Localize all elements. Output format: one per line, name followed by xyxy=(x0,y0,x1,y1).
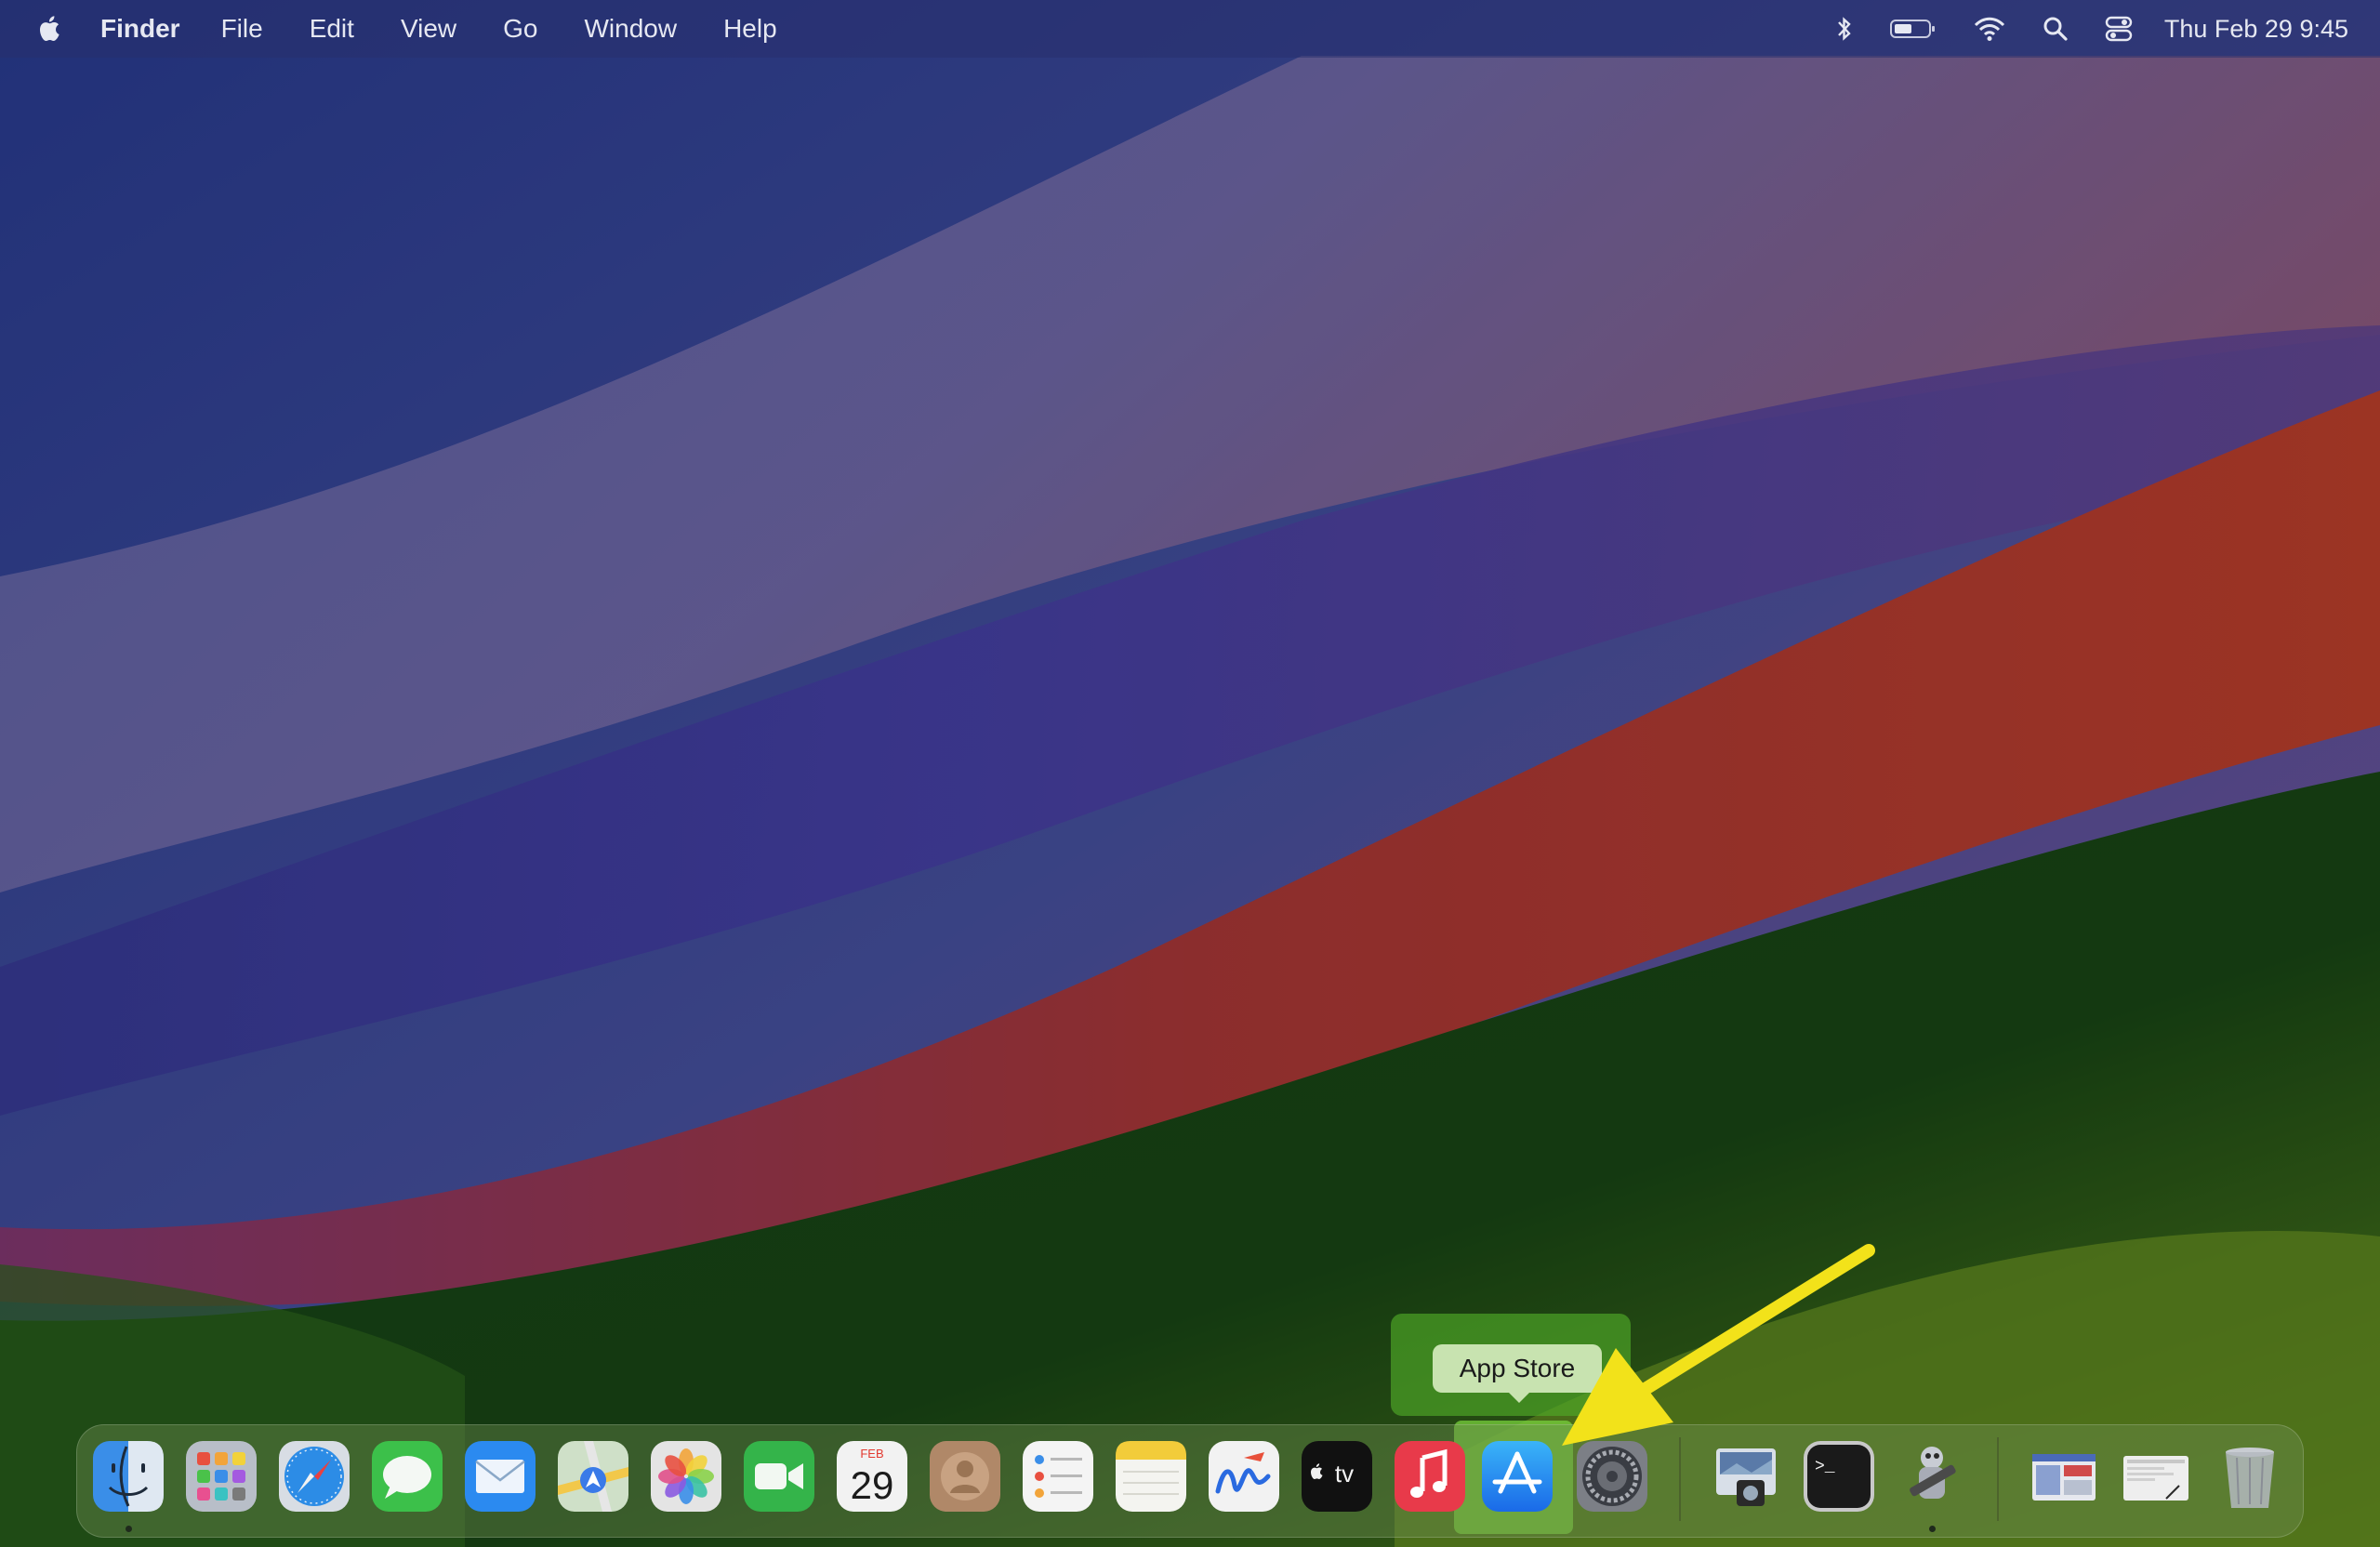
menu-help[interactable]: Help xyxy=(723,14,777,44)
dock-automator[interactable] xyxy=(1895,1439,1969,1514)
automator-icon xyxy=(1910,1447,1956,1499)
control-center-icon[interactable] xyxy=(2105,15,2133,43)
dock-notes[interactable] xyxy=(1114,1439,1188,1514)
dock-finder[interactable] xyxy=(91,1439,165,1514)
launchpad-icon xyxy=(186,1441,257,1512)
spotlight-icon[interactable] xyxy=(2042,15,2069,43)
menu-go[interactable]: Go xyxy=(503,14,537,44)
dock-freeform[interactable] xyxy=(1207,1439,1281,1514)
menu-clock[interactable]: Thu Feb 29 9:45 xyxy=(2164,15,2348,44)
status-area: Thu Feb 29 9:45 xyxy=(1800,0,2348,58)
downloads-stack-icon xyxy=(2032,1454,2096,1501)
photos-icon xyxy=(651,1441,721,1512)
safari-icon xyxy=(279,1441,350,1512)
facetime-icon xyxy=(744,1441,814,1512)
dock-mail[interactable] xyxy=(463,1439,537,1514)
messages-icon xyxy=(372,1441,443,1512)
apple-tv-icon: tv xyxy=(1302,1441,1372,1512)
dock-downloads-stack[interactable] xyxy=(2027,1439,2101,1514)
trash-icon xyxy=(2226,1448,2274,1508)
desktop-dim-overlay xyxy=(0,0,2380,1547)
music-icon xyxy=(1395,1441,1465,1512)
calendar-day: 29 xyxy=(851,1463,894,1507)
contacts-icon xyxy=(930,1441,1000,1512)
documents-stack-icon xyxy=(2123,1456,2188,1501)
menu-items: Finder File Edit View Go Window Help xyxy=(100,0,824,58)
dock-music[interactable] xyxy=(1393,1439,1467,1514)
menu-window[interactable]: Window xyxy=(584,14,677,44)
dock-reminders[interactable] xyxy=(1021,1439,1095,1514)
dock-messages[interactable] xyxy=(370,1439,444,1514)
dock-safari[interactable] xyxy=(277,1439,351,1514)
dock-trash[interactable] xyxy=(2213,1439,2287,1514)
dock-photos[interactable] xyxy=(649,1439,723,1514)
mail-icon xyxy=(465,1441,536,1512)
menu-bar: Finder File Edit View Go Window Help Thu… xyxy=(0,0,2380,58)
reminders-icon xyxy=(1023,1441,1093,1512)
freeform-icon xyxy=(1209,1441,1279,1512)
menu-view[interactable]: View xyxy=(401,14,456,44)
menu-file[interactable]: File xyxy=(221,14,263,44)
bluetooth-icon[interactable] xyxy=(1835,15,1854,43)
calendar-month: FEB xyxy=(860,1447,883,1461)
maps-icon xyxy=(558,1441,628,1512)
dock-documents-stack[interactable] xyxy=(2120,1439,2194,1514)
battery-icon[interactable] xyxy=(1889,17,1937,41)
dock-separator-stacks xyxy=(1997,1437,1999,1521)
tv-label: tv xyxy=(1335,1460,1354,1488)
dock-contacts[interactable] xyxy=(928,1439,1002,1514)
menu-app-name[interactable]: Finder xyxy=(100,14,180,44)
apple-logo-icon[interactable] xyxy=(35,13,63,45)
dock-maps[interactable] xyxy=(556,1439,630,1514)
running-indicator-automator xyxy=(1929,1526,1936,1532)
dock-tv[interactable]: tv xyxy=(1300,1439,1374,1514)
dock-launchpad[interactable] xyxy=(184,1439,258,1514)
menu-edit[interactable]: Edit xyxy=(310,14,354,44)
wifi-icon[interactable] xyxy=(1973,16,2006,42)
running-indicator-finder xyxy=(126,1526,132,1532)
notes-icon xyxy=(1116,1441,1186,1512)
annotation-arrow xyxy=(1562,1244,1875,1446)
finder-icon xyxy=(93,1441,164,1512)
dock-facetime[interactable] xyxy=(742,1439,816,1514)
calendar-icon: FEB 29 xyxy=(837,1441,907,1512)
dock-calendar[interactable]: FEB 29 xyxy=(835,1439,909,1514)
